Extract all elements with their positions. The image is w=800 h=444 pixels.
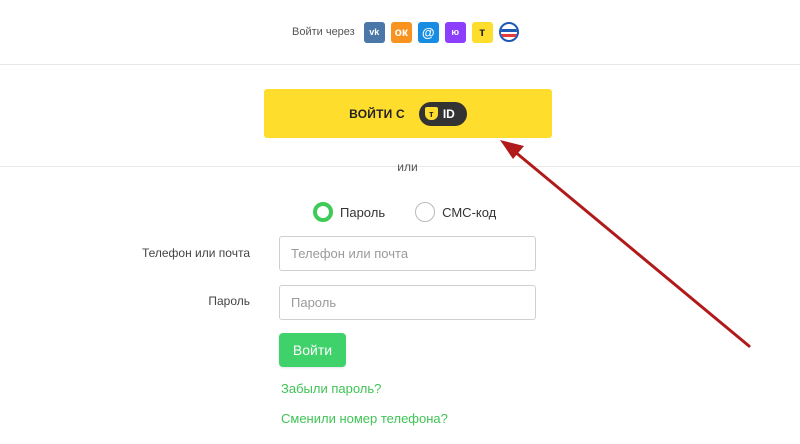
tbank-icon[interactable]: т bbox=[471, 21, 493, 43]
login-field-label: Телефон или почта bbox=[141, 246, 250, 260]
password-field-label: Пароль bbox=[208, 294, 250, 308]
or-label: или bbox=[397, 160, 418, 174]
password-input[interactable] bbox=[279, 285, 536, 320]
odnoklassniki-icon[interactable]: ок bbox=[390, 21, 412, 43]
social-login-row: Войти через vk ок @ ю т bbox=[292, 19, 525, 45]
radio-unchecked-icon bbox=[415, 202, 436, 222]
yoomoney-icon[interactable]: ю bbox=[444, 21, 466, 43]
auth-method-radio-group: Пароль СМС-код bbox=[313, 202, 526, 222]
radio-sms-code-label: СМС-код bbox=[442, 204, 497, 220]
radio-sms-code[interactable]: СМС-код bbox=[415, 202, 496, 222]
tid-login-button[interactable]: ВОЙТИ С т ID bbox=[264, 89, 552, 138]
top-divider bbox=[0, 64, 800, 65]
radio-password-label: Пароль bbox=[340, 204, 386, 220]
tid-login-label: ВОЙТИ С bbox=[349, 106, 405, 121]
gosuslugi-icon[interactable] bbox=[498, 22, 519, 42]
radio-checked-icon bbox=[313, 202, 333, 222]
login-submit-button[interactable]: Войти bbox=[279, 333, 346, 367]
tid-badge-text: ID bbox=[442, 106, 455, 121]
vk-icon[interactable]: vk bbox=[363, 21, 385, 43]
annotation-arrow bbox=[500, 140, 751, 348]
radio-password[interactable]: Пароль bbox=[313, 202, 385, 222]
forgot-password-link[interactable]: Забыли пароль? bbox=[281, 381, 381, 396]
changed-phone-link[interactable]: Сменили номер телефона? bbox=[281, 411, 448, 426]
mail-ru-icon[interactable]: @ bbox=[417, 21, 439, 43]
login-input[interactable] bbox=[279, 236, 536, 271]
tbank-shield-icon: т bbox=[424, 107, 438, 120]
tid-badge: т ID bbox=[418, 101, 467, 126]
social-login-label: Войти через bbox=[292, 26, 355, 38]
